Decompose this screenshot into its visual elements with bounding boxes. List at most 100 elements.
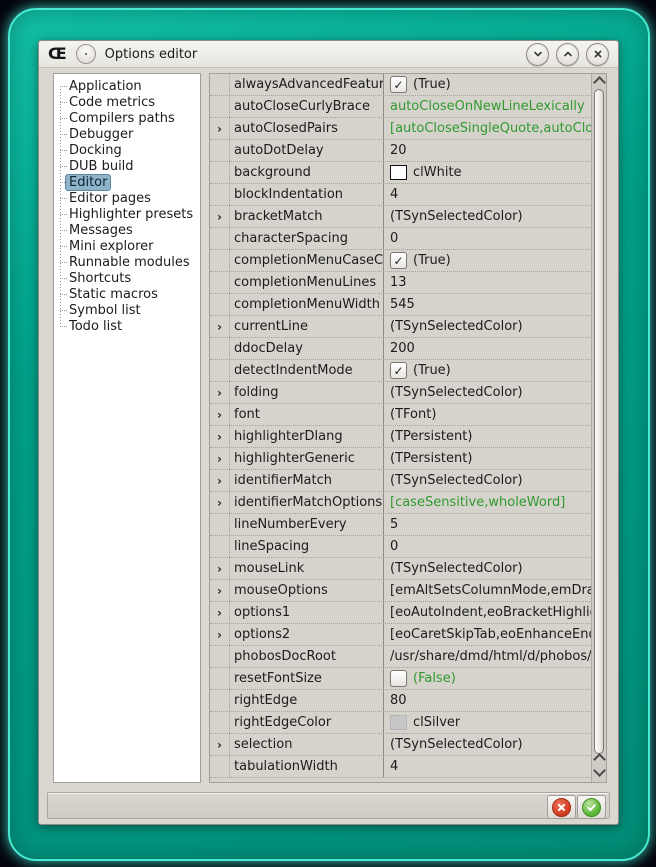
titlebar[interactable]: Œ Options editor bbox=[39, 41, 618, 68]
sidebar-item-static-macros[interactable]: Static macros bbox=[54, 286, 200, 302]
checkbox[interactable]: ✓ bbox=[390, 76, 407, 93]
expand-arrow-icon[interactable]: › bbox=[210, 426, 230, 447]
property-row[interactable]: tabulationWidth 4 bbox=[210, 756, 592, 778]
property-row[interactable]: › font (TFont) bbox=[210, 404, 592, 426]
property-value[interactable]: [autoCloseSingleQuote,autoCloseDo bbox=[384, 121, 592, 136]
expand-arrow-icon[interactable]: › bbox=[210, 316, 230, 337]
expand-arrow-icon[interactable] bbox=[210, 294, 230, 315]
expand-arrow-icon[interactable] bbox=[210, 360, 230, 381]
property-value[interactable]: (TSynSelectedColor) bbox=[384, 561, 592, 576]
expand-arrow-icon[interactable]: › bbox=[210, 492, 230, 513]
expand-arrow-icon[interactable]: › bbox=[210, 602, 230, 623]
expand-arrow-icon[interactable]: › bbox=[210, 448, 230, 469]
property-row[interactable]: characterSpacing 0 bbox=[210, 228, 592, 250]
property-value[interactable]: [emAltSetsColumnMode,emDragDro bbox=[384, 583, 592, 598]
sidebar-item-editor[interactable]: Editor bbox=[54, 174, 200, 190]
property-value[interactable]: ✓ (True) bbox=[384, 76, 592, 93]
sidebar-item-debugger[interactable]: Debugger bbox=[54, 126, 200, 142]
property-value[interactable]: 4 bbox=[384, 187, 592, 202]
property-value[interactable]: ✓ (True) bbox=[384, 252, 592, 269]
expand-arrow-icon[interactable]: › bbox=[210, 624, 230, 645]
property-row[interactable]: › highlighterGeneric (TPersistent) bbox=[210, 448, 592, 470]
expand-arrow-icon[interactable] bbox=[210, 162, 230, 183]
sidebar-item-mini-explorer[interactable]: Mini explorer bbox=[54, 238, 200, 254]
scrollbar-thumb[interactable] bbox=[594, 89, 604, 754]
property-row[interactable]: completionMenuLines 13 bbox=[210, 272, 592, 294]
property-value[interactable]: (TSynSelectedColor) bbox=[384, 737, 592, 752]
property-value[interactable]: 80 bbox=[384, 693, 592, 708]
property-value[interactable]: 20 bbox=[384, 143, 592, 158]
property-row[interactable]: background clWhite bbox=[210, 162, 592, 184]
expand-arrow-icon[interactable] bbox=[210, 690, 230, 711]
expand-arrow-icon[interactable] bbox=[210, 250, 230, 271]
expand-arrow-icon[interactable]: › bbox=[210, 206, 230, 227]
property-row[interactable]: autoCloseCurlyBrace autoCloseOnNewLineLe… bbox=[210, 96, 592, 118]
category-tree[interactable]: Application Code metrics Compilers paths… bbox=[53, 73, 201, 783]
expand-arrow-icon[interactable]: › bbox=[210, 734, 230, 755]
property-value[interactable]: clWhite bbox=[384, 165, 592, 180]
window-menu-button[interactable] bbox=[76, 44, 96, 64]
vertical-scrollbar[interactable] bbox=[591, 74, 606, 782]
property-value[interactable]: /usr/share/dmd/html/d/phobos/ bbox=[384, 649, 592, 664]
sidebar-item-compilers-paths[interactable]: Compilers paths bbox=[54, 110, 200, 126]
property-row[interactable]: › autoClosedPairs [autoCloseSingleQuote,… bbox=[210, 118, 592, 140]
property-value[interactable]: 13 bbox=[384, 275, 592, 290]
property-row[interactable]: rightEdge 80 bbox=[210, 690, 592, 712]
sidebar-item-editor-pages[interactable]: Editor pages bbox=[54, 190, 200, 206]
property-value[interactable]: [eoAutoIndent,eoBracketHighlight bbox=[384, 605, 592, 620]
expand-arrow-icon[interactable]: › bbox=[210, 558, 230, 579]
sidebar-item-highlighter-presets[interactable]: Highlighter presets bbox=[54, 206, 200, 222]
property-value[interactable]: 5 bbox=[384, 517, 592, 532]
sidebar-item-symbol-list[interactable]: Symbol list bbox=[54, 302, 200, 318]
property-value[interactable]: clSilver bbox=[384, 715, 592, 730]
property-row[interactable]: › identifierMatchOptions [caseSensitive,… bbox=[210, 492, 592, 514]
checkbox[interactable]: ✓ bbox=[390, 362, 407, 379]
checkbox[interactable]: ✓ bbox=[390, 252, 407, 269]
sidebar-item-dub-build[interactable]: DUB build bbox=[54, 158, 200, 174]
sidebar-item-runnable-modules[interactable]: Runnable modules bbox=[54, 254, 200, 270]
expand-arrow-icon[interactable] bbox=[210, 756, 230, 777]
property-value[interactable]: [caseSensitive,wholeWord] bbox=[384, 495, 592, 510]
property-row[interactable]: › currentLine (TSynSelectedColor) bbox=[210, 316, 592, 338]
property-value[interactable]: 0 bbox=[384, 231, 592, 246]
property-row[interactable]: autoDotDelay 20 bbox=[210, 140, 592, 162]
expand-arrow-icon[interactable] bbox=[210, 646, 230, 667]
property-row[interactable]: › selection (TSynSelectedColor) bbox=[210, 734, 592, 756]
sidebar-item-docking[interactable]: Docking bbox=[54, 142, 200, 158]
property-value[interactable]: 0 bbox=[384, 539, 592, 554]
property-value[interactable]: (TSynSelectedColor) bbox=[384, 209, 592, 224]
accept-button[interactable] bbox=[577, 795, 606, 819]
property-value[interactable]: (TFont) bbox=[384, 407, 592, 422]
property-value[interactable]: (TSynSelectedColor) bbox=[384, 473, 592, 488]
expand-arrow-icon[interactable] bbox=[210, 338, 230, 359]
property-value[interactable]: ✓ (True) bbox=[384, 362, 592, 379]
property-row[interactable]: completionMenuCaseCare ✓ (True) bbox=[210, 250, 592, 272]
sidebar-item-shortcuts[interactable]: Shortcuts bbox=[54, 270, 200, 286]
property-row[interactable]: rightEdgeColor clSilver bbox=[210, 712, 592, 734]
property-row[interactable]: › options1 [eoAutoIndent,eoBracketHighli… bbox=[210, 602, 592, 624]
expand-arrow-icon[interactable] bbox=[210, 184, 230, 205]
expand-arrow-icon[interactable]: › bbox=[210, 580, 230, 601]
property-row[interactable]: lineNumberEvery 5 bbox=[210, 514, 592, 536]
property-value[interactable]: (TSynSelectedColor) bbox=[384, 319, 592, 334]
maximize-button[interactable] bbox=[556, 43, 579, 66]
scroll-up-icon[interactable] bbox=[593, 76, 606, 89]
property-row[interactable]: lineSpacing 0 bbox=[210, 536, 592, 558]
property-value[interactable]: [eoCaretSkipTab,eoEnhanceEndKey bbox=[384, 627, 592, 642]
property-row[interactable]: › mouseLink (TSynSelectedColor) bbox=[210, 558, 592, 580]
property-row[interactable]: blockIndentation 4 bbox=[210, 184, 592, 206]
sidebar-item-code-metrics[interactable]: Code metrics bbox=[54, 94, 200, 110]
property-row[interactable]: alwaysAdvancedFeatures ✓ (True) bbox=[210, 74, 592, 96]
property-row[interactable]: › highlighterDlang (TPersistent) bbox=[210, 426, 592, 448]
sidebar-item-application[interactable]: Application bbox=[54, 78, 200, 94]
expand-arrow-icon[interactable] bbox=[210, 536, 230, 557]
expand-arrow-icon[interactable] bbox=[210, 140, 230, 161]
sidebar-item-messages[interactable]: Messages bbox=[54, 222, 200, 238]
cancel-button[interactable] bbox=[547, 795, 576, 819]
property-row[interactable]: › bracketMatch (TSynSelectedColor) bbox=[210, 206, 592, 228]
property-value[interactable]: (TPersistent) bbox=[384, 429, 592, 444]
expand-arrow-icon[interactable]: › bbox=[210, 404, 230, 425]
checkbox[interactable] bbox=[390, 670, 407, 687]
property-row[interactable]: › folding (TSynSelectedColor) bbox=[210, 382, 592, 404]
property-row[interactable]: › mouseOptions [emAltSetsColumnMode,emDr… bbox=[210, 580, 592, 602]
